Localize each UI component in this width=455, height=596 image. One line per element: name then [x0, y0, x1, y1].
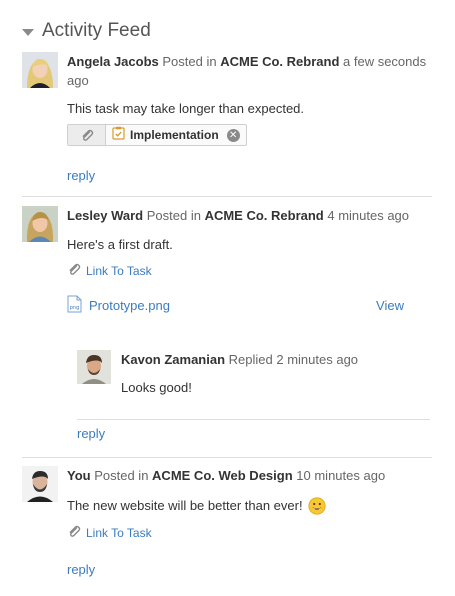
author-name[interactable]: Lesley Ward	[67, 208, 143, 223]
avatar[interactable]	[22, 206, 58, 242]
post-message: Here's a first draft.	[67, 237, 173, 252]
avatar[interactable]	[22, 466, 58, 502]
smiley-face-icon	[307, 497, 326, 515]
post-action: Posted in	[146, 208, 201, 223]
post-message: The new website will be better than ever…	[67, 497, 432, 515]
attachment-row: png Prototype.png View	[67, 295, 432, 316]
post-meta: Lesley Ward Posted in ACME Co. Rebrand 4…	[67, 206, 432, 225]
feed-post: You Posted in ACME Co. Web Design 10 min…	[22, 466, 432, 586]
avatar[interactable]	[77, 350, 111, 384]
reply-item: Kavon Zamanian Replied 2 minutes ago Loo…	[77, 350, 430, 420]
post-meta: You Posted in ACME Co. Web Design 10 min…	[67, 466, 432, 485]
project-name[interactable]: ACME Co. Rebrand	[220, 54, 339, 69]
reply-message: Looks good!	[121, 380, 192, 395]
author-name[interactable]: Angela Jacobs	[67, 54, 159, 69]
author-name[interactable]: Kavon Zamanian	[121, 352, 225, 367]
feed-post: Angela Jacobs Posted in ACME Co. Rebrand…	[22, 52, 432, 197]
collapse-caret-icon[interactable]	[22, 28, 34, 36]
task-tag-label[interactable]: Implementation	[130, 128, 219, 142]
reply-link[interactable]: reply	[77, 426, 105, 441]
project-name[interactable]: ACME Co. Rebrand	[205, 208, 324, 223]
project-name[interactable]: ACME Co. Web Design	[152, 468, 293, 483]
avatar[interactable]	[22, 52, 58, 88]
task-checklist-icon	[112, 126, 125, 145]
activity-feed-header[interactable]: Activity Feed	[22, 18, 151, 44]
attachment-name[interactable]: Prototype.png	[89, 298, 170, 313]
post-message-text: The new website will be better than ever…	[67, 498, 303, 513]
post-message: This task may take longer than expected.	[67, 101, 305, 116]
reply-action: Replied	[228, 352, 273, 367]
post-action: Posted in	[94, 468, 149, 483]
link-to-task-label[interactable]: Link To Task	[86, 526, 152, 540]
feed-post: Lesley Ward Posted in ACME Co. Rebrand 4…	[22, 206, 432, 458]
svg-text:png: png	[70, 305, 80, 311]
paperclip-icon[interactable]	[68, 125, 106, 145]
post-time: 10 minutes ago	[296, 468, 386, 483]
png-file-icon: png	[67, 295, 82, 316]
linked-task-tag: Implementation ✕	[67, 124, 247, 146]
link-to-task-label[interactable]: Link To Task	[86, 264, 152, 278]
link-to-task[interactable]: Link To Task	[67, 262, 432, 279]
remove-tag-icon[interactable]: ✕	[226, 128, 240, 142]
link-to-task[interactable]: Link To Task	[67, 524, 432, 541]
post-action: Posted in	[162, 54, 217, 69]
post-time: 4 minutes ago	[327, 208, 410, 223]
reply-time: 2 minutes ago	[276, 352, 359, 367]
paperclip-icon	[67, 262, 81, 279]
reply-link[interactable]: reply	[67, 562, 95, 577]
author-name[interactable]: You	[67, 468, 91, 483]
paperclip-icon	[67, 524, 81, 541]
post-meta: Angela Jacobs Posted in ACME Co. Rebrand…	[67, 52, 432, 90]
reply-link[interactable]: reply	[67, 168, 95, 183]
activity-feed-title: Activity Feed	[42, 20, 151, 41]
reply-meta: Kavon Zamanian Replied 2 minutes ago	[121, 350, 430, 369]
view-attachment-link[interactable]: View	[376, 298, 404, 313]
